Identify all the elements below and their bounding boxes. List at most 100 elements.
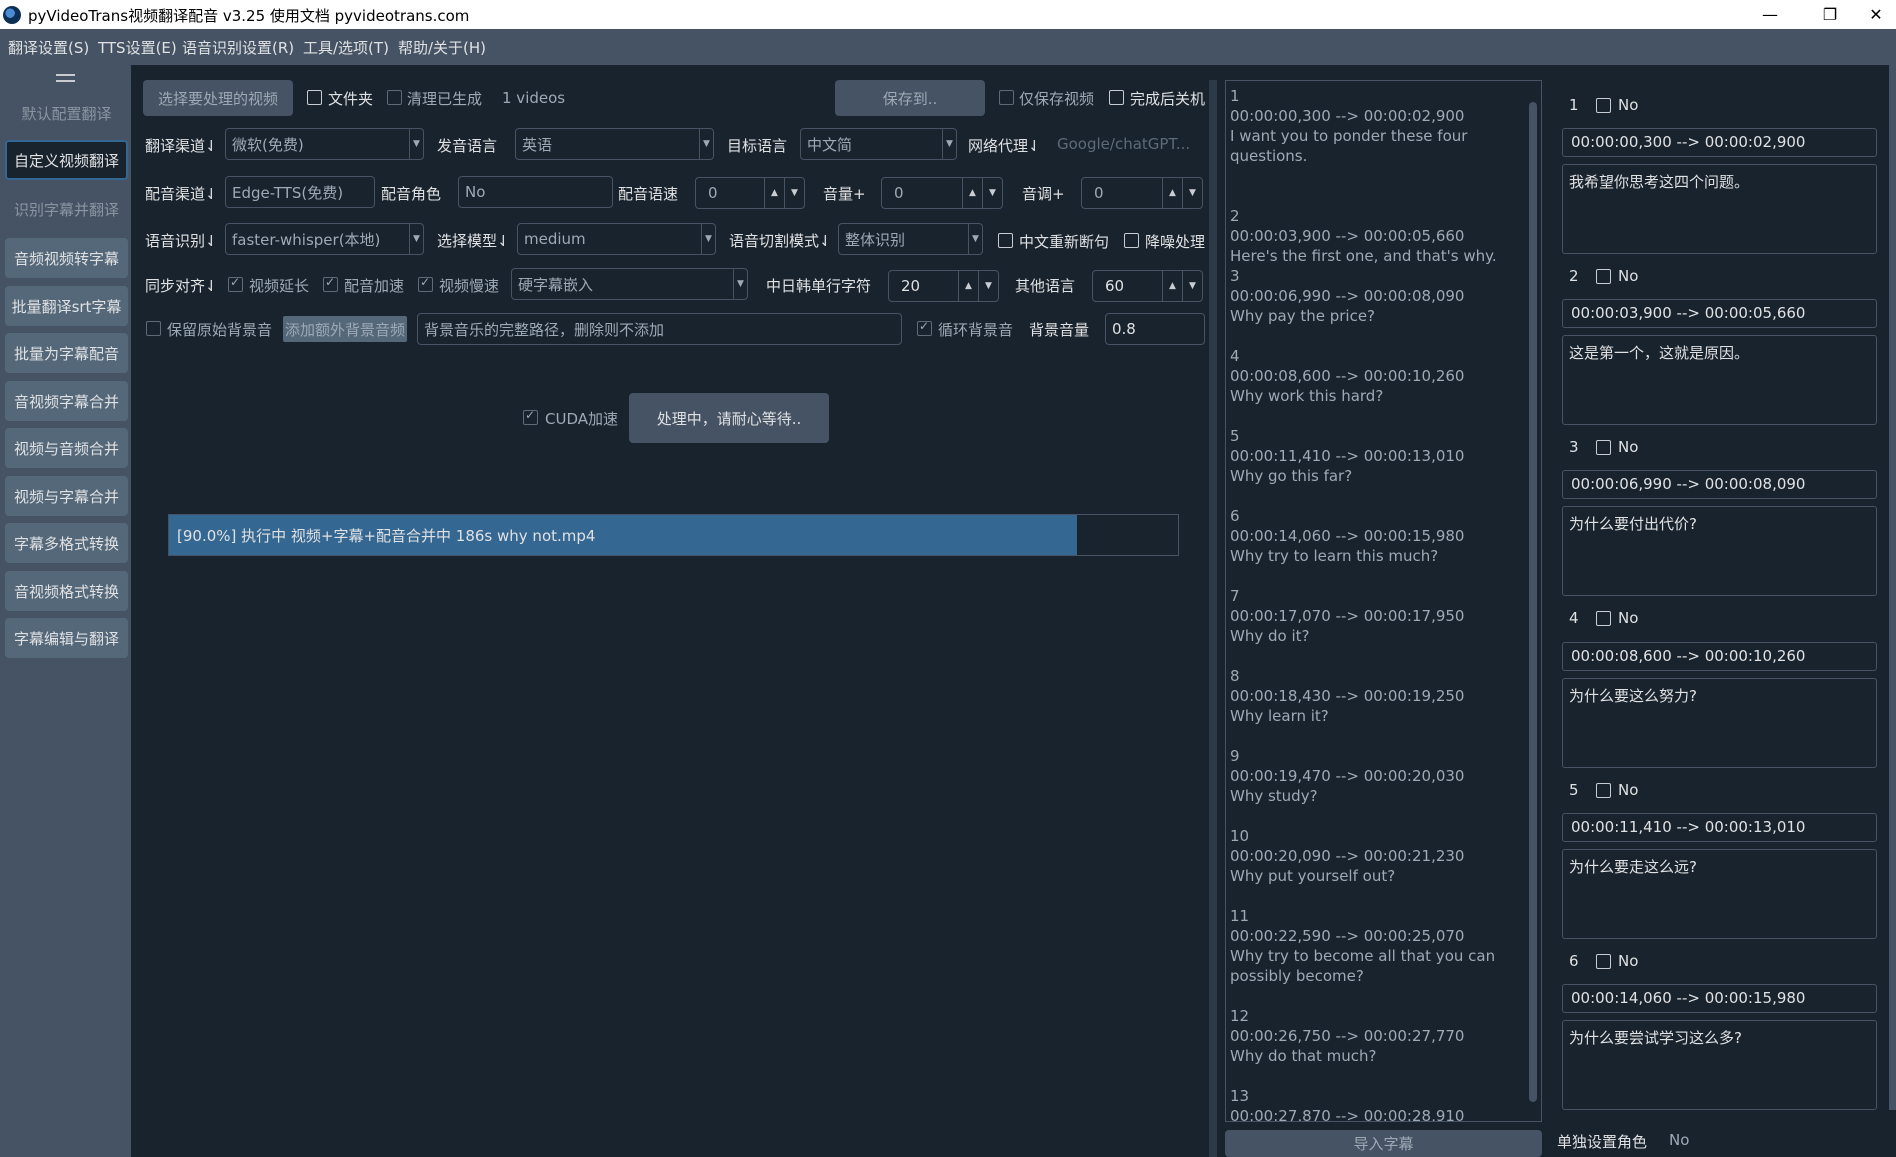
maximize-button[interactable]: ❐ xyxy=(1803,0,1857,29)
keep-bgm-checkbox[interactable] xyxy=(146,321,161,336)
volume-spinbox[interactable]: 0 ▲ ▼ xyxy=(881,177,1003,209)
start-button[interactable]: 处理中，请耐心等待.. xyxy=(629,393,829,443)
asr-select[interactable]: faster-whisper(本地) ▼ xyxy=(225,223,424,255)
spin-up-icon[interactable]: ▲ xyxy=(958,271,978,301)
translate-channel-value: 微软(免费) xyxy=(232,135,304,154)
sidebar-item-recognize-translate[interactable]: 识别字幕并翻译 xyxy=(5,189,128,229)
import-subtitles-button[interactable]: 导入字幕 xyxy=(1225,1130,1542,1157)
sub-text-input[interactable]: 我希望你思考这四个问题。 xyxy=(1562,164,1877,254)
denoise-checkbox[interactable] xyxy=(1124,233,1139,248)
sub-text-input[interactable]: 为什么要这么努力? xyxy=(1562,678,1877,768)
menu-tools[interactable]: 工具/选项(T) xyxy=(303,37,389,58)
sub-text-input[interactable]: 为什么要尝试学习这么多? xyxy=(1562,1020,1877,1110)
folder-checkbox[interactable] xyxy=(307,90,322,105)
srt-entry: 6 00:00:14,060 --> 00:00:15,980 Why try to… xyxy=(1230,507,1465,565)
close-button[interactable]: ✕ xyxy=(1856,0,1896,29)
sub-role-checkbox[interactable] xyxy=(1596,269,1611,284)
editor-scrollbar[interactable] xyxy=(1889,65,1896,1110)
sub-time-input[interactable]: 00:00:00,300 --> 00:00:02,900 xyxy=(1562,128,1877,157)
single-role-select[interactable]: No xyxy=(1662,1124,1888,1156)
cuda-checkbox[interactable] xyxy=(523,408,538,425)
sub-role-label: No xyxy=(1618,438,1639,456)
spin-down-icon[interactable]: ▼ xyxy=(982,178,1002,208)
proxy-input[interactable]: Google/chatGPT... xyxy=(1050,128,1205,160)
srt-scrollbar[interactable] xyxy=(1527,84,1539,1118)
sidebar-item-subtitle-format[interactable]: 字幕多格式转换 xyxy=(5,523,128,563)
minimize-button[interactable]: — xyxy=(1743,0,1797,29)
bgm-path-input[interactable]: 背景音乐的完整路径，删除则不添加 xyxy=(417,313,902,345)
spin-up-icon[interactable]: ▲ xyxy=(962,178,982,208)
target-lang-select[interactable]: 中文简 ▼ xyxy=(800,128,957,160)
sub-text-input[interactable]: 为什么要付出代价? xyxy=(1562,506,1877,596)
sidebar-item-av-format[interactable]: 音视频格式转换 xyxy=(5,571,128,611)
sub-time-input[interactable]: 00:00:06,990 --> 00:00:08,090 xyxy=(1562,470,1877,499)
dub-role-select[interactable]: No xyxy=(458,176,613,208)
sub-role-checkbox[interactable] xyxy=(1596,98,1611,113)
sidebar-item-batch-translate-srt[interactable]: 批量翻译srt字幕 xyxy=(5,286,128,326)
sub-text-input[interactable]: 为什么要走这么远? xyxy=(1562,849,1877,939)
srt-text-area[interactable]: 1 00:00:00,300 --> 00:00:02,900 I want you… xyxy=(1225,80,1542,1122)
sub-text-input[interactable]: 这是第一个，这就是原因。 xyxy=(1562,335,1877,425)
target-lang-label: 目标语言 xyxy=(727,137,788,155)
sidebar-item-subtitle-edit[interactable]: 字幕编辑与翻译 xyxy=(5,618,128,658)
sub-role-checkbox[interactable] xyxy=(1596,783,1611,798)
sidebar-item-av-subtitle-merge[interactable]: 音视频字幕合并 xyxy=(5,381,128,421)
cjk-chars-spinbox[interactable]: 20 ▲ ▼ xyxy=(888,270,999,302)
menu-help[interactable]: 帮助/关于(H) xyxy=(398,37,486,58)
zh-resplit-checkbox[interactable] xyxy=(998,233,1013,248)
spin-down-icon[interactable]: ▼ xyxy=(978,271,998,301)
menu-tts-settings[interactable]: TTS设置(E) xyxy=(98,37,177,58)
asr-label: 语音识别⇃ xyxy=(145,232,218,250)
sub-role-label: No xyxy=(1618,96,1639,114)
sub-time-input[interactable]: 00:00:11,410 --> 00:00:13,010 xyxy=(1562,813,1877,842)
menu-translate-settings[interactable]: 翻译设置(S) xyxy=(8,37,89,58)
split-mode-select[interactable]: 整体识别 ▼ xyxy=(838,223,983,255)
pitch-spinbox[interactable]: 0 ▲ ▼ xyxy=(1081,177,1203,209)
menu-asr-settings[interactable]: 语音识别设置(R) xyxy=(182,37,294,58)
spin-down-icon[interactable]: ▼ xyxy=(784,178,804,208)
spin-down-icon[interactable]: ▼ xyxy=(1182,178,1202,208)
shutdown-after-checkbox[interactable] xyxy=(1109,90,1124,105)
select-video-button[interactable]: 选择要处理的视频 xyxy=(143,80,293,116)
spin-up-icon[interactable]: ▲ xyxy=(764,178,784,208)
sub-time-input[interactable]: 00:00:03,900 --> 00:00:05,660 xyxy=(1562,299,1877,328)
spin-up-icon[interactable]: ▲ xyxy=(1162,271,1182,301)
loop-bgm-checkbox[interactable] xyxy=(917,319,932,336)
only-save-video-checkbox[interactable] xyxy=(999,90,1014,105)
sidebar-item-av-to-subtitle[interactable]: 音频视频转字幕 xyxy=(5,238,128,278)
sub-role-checkbox[interactable] xyxy=(1596,611,1611,626)
menu-bar: 翻译设置(S) TTS设置(E) 语音识别设置(R) 工具/选项(T) 帮助/关… xyxy=(0,29,1896,65)
save-to-button[interactable]: 保存到.. xyxy=(835,80,985,116)
dub-channel-select[interactable]: Edge-TTS(免费) xyxy=(225,176,375,208)
sub-role-checkbox[interactable] xyxy=(1596,440,1611,455)
sub-time-input[interactable]: 00:00:08,600 --> 00:00:10,260 xyxy=(1562,642,1877,671)
progress-bar: [90.0%] 执行中 视频+字幕+配音合并中 186s why not.mp4 xyxy=(168,514,1179,556)
sidebar-item-video-audio-merge[interactable]: 视频与音频合并 xyxy=(5,428,128,468)
spin-up-icon[interactable]: ▲ xyxy=(1162,178,1182,208)
dub-speed-spinbox[interactable]: 0 ▲ ▼ xyxy=(695,177,805,209)
translate-channel-select[interactable]: 微软(免费) ▼ xyxy=(225,128,424,160)
sub-time-input[interactable]: 00:00:14,060 --> 00:00:15,980 xyxy=(1562,984,1877,1013)
bgm-volume-input[interactable]: 0.8 xyxy=(1105,313,1205,345)
sidebar-item-video-subtitle-merge[interactable]: 视频与字幕合并 xyxy=(5,476,128,516)
subtitle-mode-value: 硬字幕嵌入 xyxy=(518,275,594,294)
clear-generated-checkbox[interactable] xyxy=(387,90,402,105)
model-select[interactable]: medium ▼ xyxy=(517,223,716,255)
add-bgm-button[interactable]: 添加额外背景音频 xyxy=(283,316,407,342)
srt-entry: 7 00:00:17,070 --> 00:00:17,950 Why do it? xyxy=(1230,587,1465,645)
source-lang-select[interactable]: 英语 ▼ xyxy=(515,128,714,160)
dub-speedup-checkbox[interactable] xyxy=(323,275,338,292)
subtitle-mode-select[interactable]: 硬字幕嵌入 ▼ xyxy=(511,268,748,300)
other-lang-spinbox[interactable]: 60 ▲ ▼ xyxy=(1092,270,1203,302)
sub-role-checkbox[interactable] xyxy=(1596,954,1611,969)
chevron-down-icon: ▼ xyxy=(942,129,956,159)
video-slow-checkbox[interactable] xyxy=(418,275,433,292)
menu-grip-icon[interactable] xyxy=(56,74,75,82)
sidebar-item-custom-translate[interactable]: 自定义视频翻译 xyxy=(5,140,128,180)
video-extend-checkbox[interactable] xyxy=(228,275,243,292)
spin-down-icon[interactable]: ▼ xyxy=(1182,271,1202,301)
scrollbar-handle[interactable] xyxy=(1529,102,1537,1102)
sidebar-item-batch-dub[interactable]: 批量为字幕配音 xyxy=(5,333,128,373)
splitter-handle[interactable] xyxy=(1209,80,1217,1157)
sidebar-item-default-translate[interactable]: 默认配置翻译 xyxy=(5,93,128,133)
